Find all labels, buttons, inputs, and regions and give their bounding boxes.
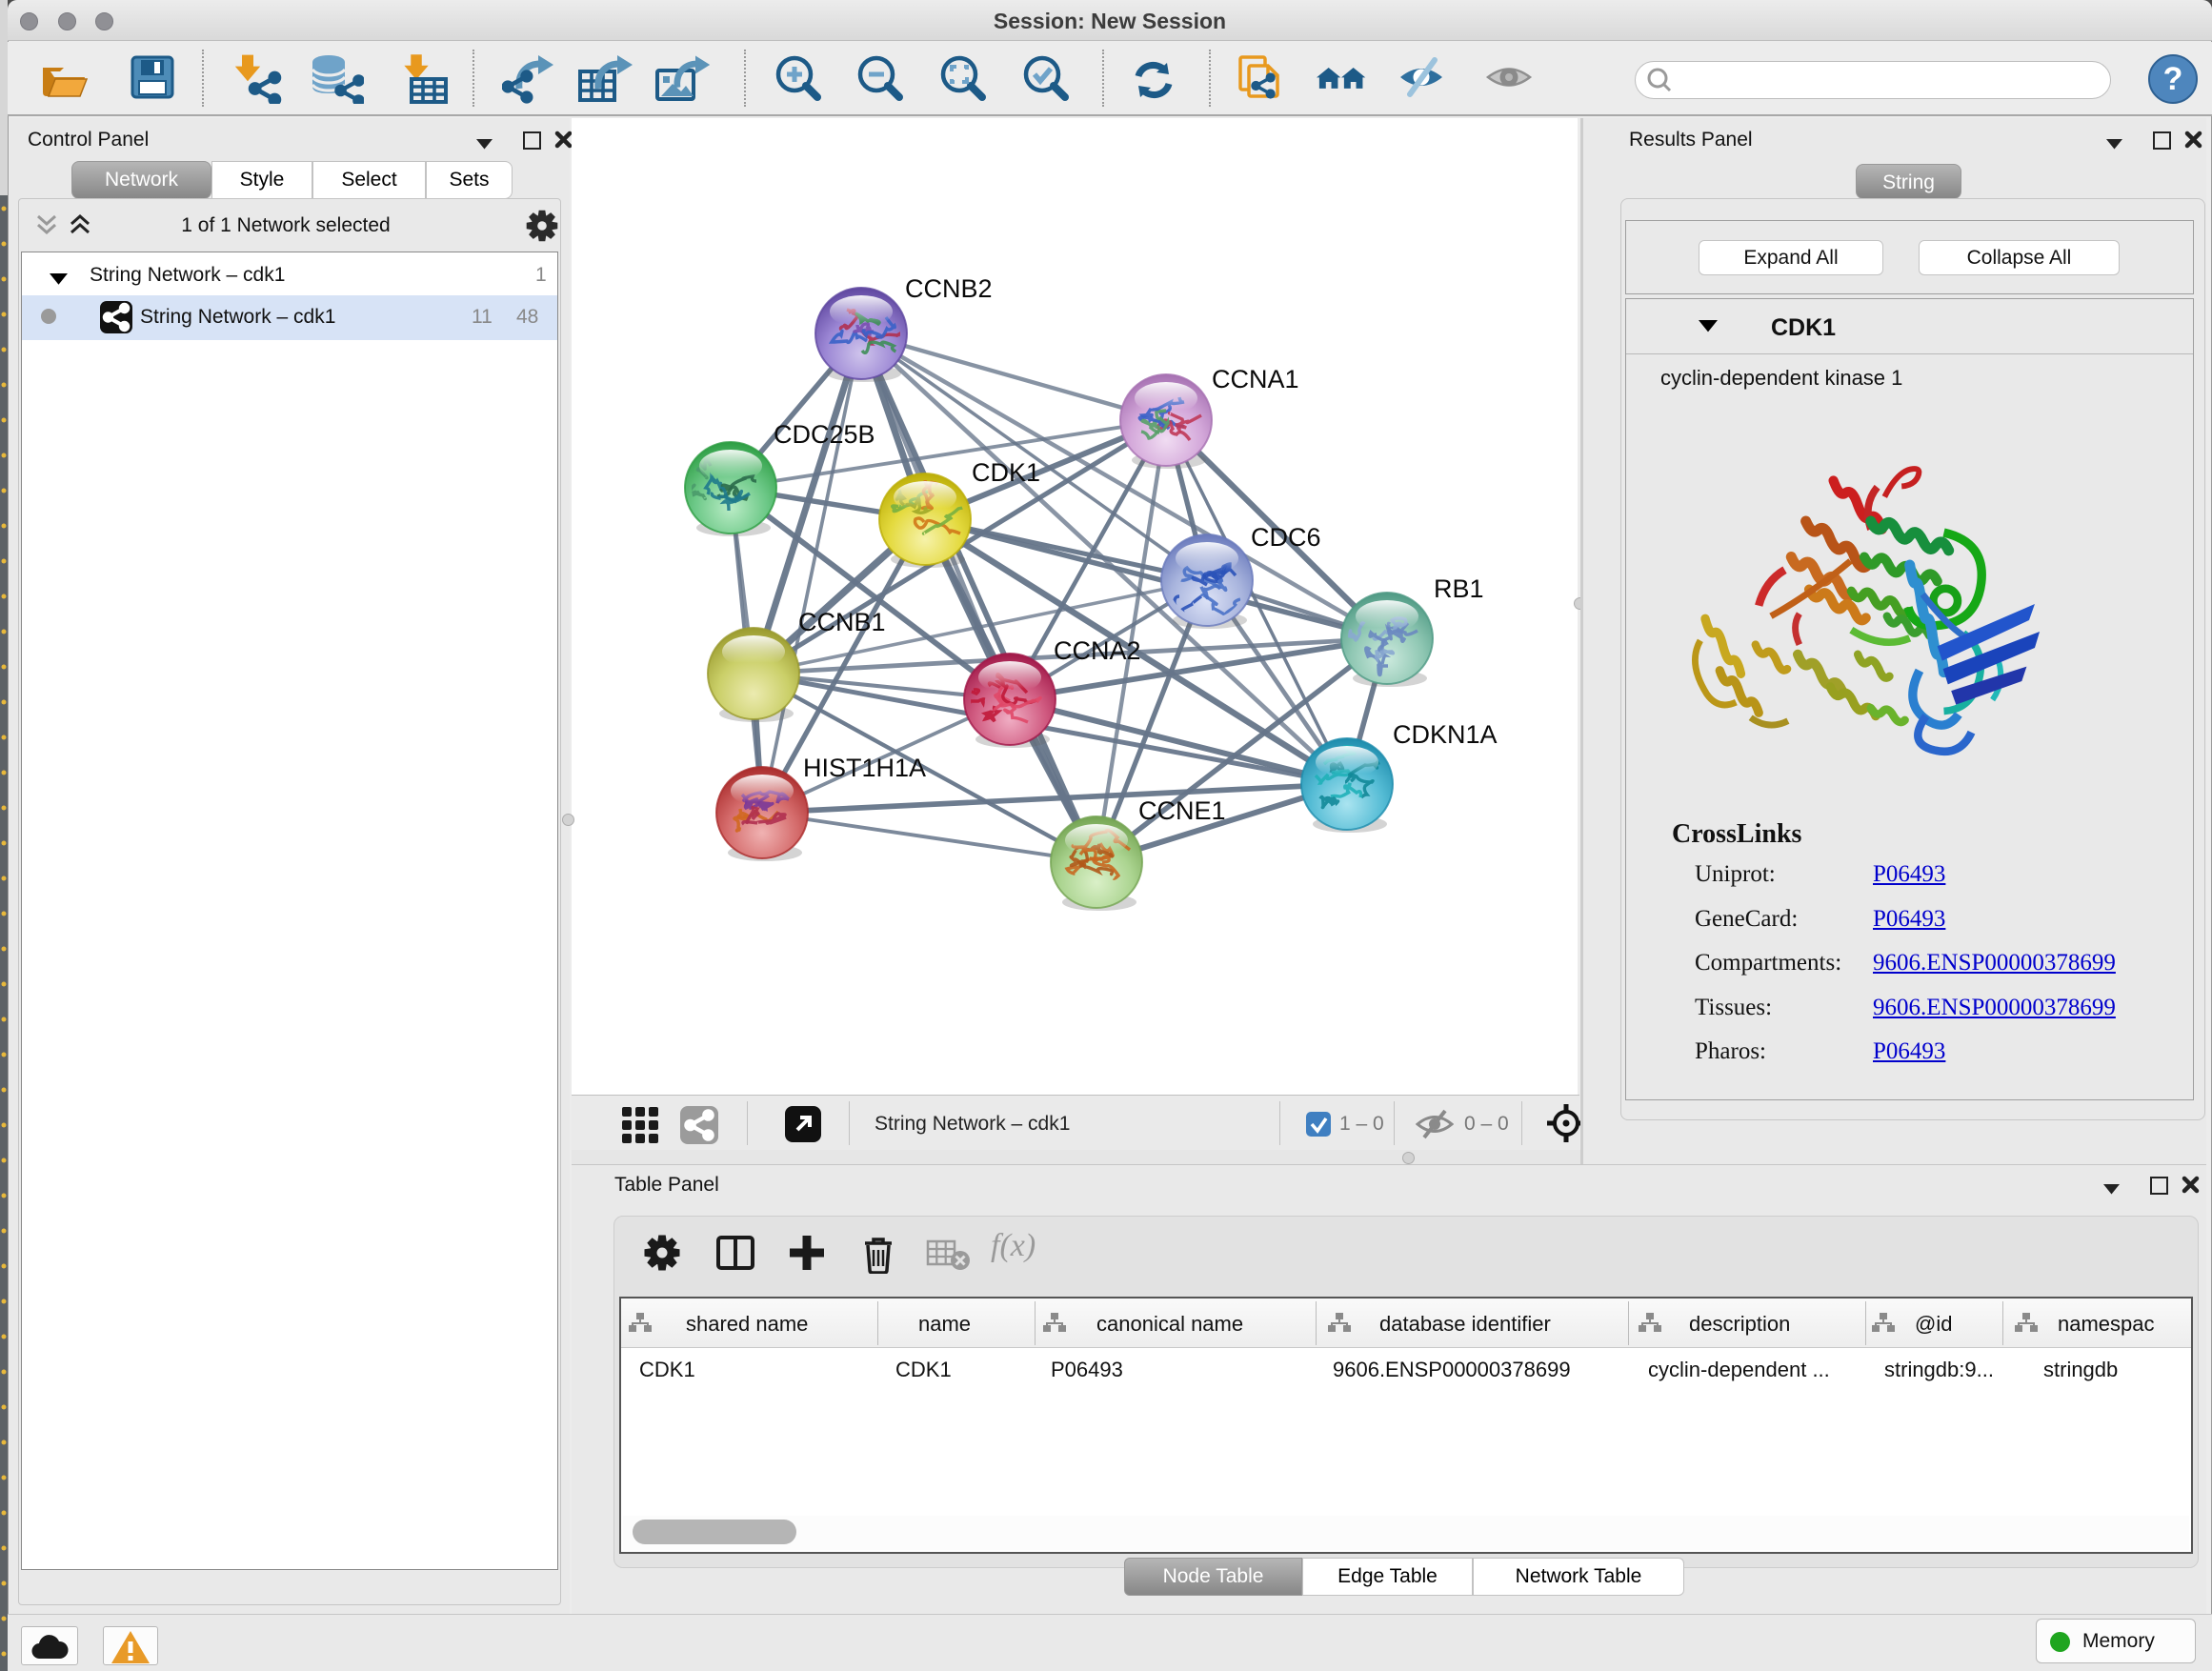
svg-text:CDKN1A: CDKN1A	[1393, 720, 1498, 749]
svg-text:CDC25B: CDC25B	[774, 420, 875, 449]
svg-text:CCNA1: CCNA1	[1212, 365, 1299, 393]
svg-text:CCNB1: CCNB1	[798, 608, 886, 636]
svg-text:CCNE1: CCNE1	[1138, 796, 1226, 825]
svg-text:CDC6: CDC6	[1251, 523, 1321, 552]
svg-text:RB1: RB1	[1434, 574, 1484, 603]
svg-text:CCNB2: CCNB2	[905, 274, 993, 303]
svg-text:HIST1H1A: HIST1H1A	[803, 754, 926, 782]
svg-text:CDK1: CDK1	[972, 458, 1040, 487]
svg-text:CCNA2: CCNA2	[1054, 636, 1141, 665]
svg-text:?: ?	[2163, 61, 2183, 97]
